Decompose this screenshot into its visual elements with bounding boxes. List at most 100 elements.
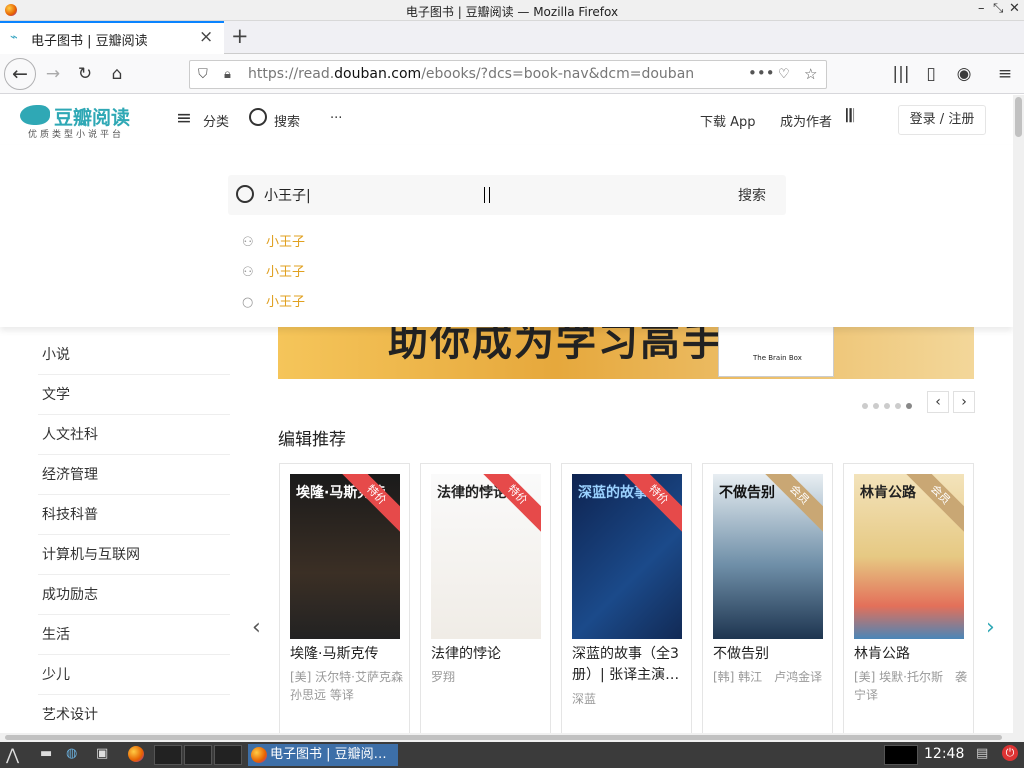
search-icon: ○ bbox=[242, 295, 254, 310]
horizontal-scrollbar[interactable] bbox=[0, 733, 1024, 742]
restore-icon[interactable]: ⤡ bbox=[993, 1, 1003, 16]
book-title[interactable]: 深蓝的故事（全3册）| 张译主演… bbox=[572, 644, 690, 686]
book-card[interactable]: 不做告别 会员 不做告别 [韩] 韩江 卢鸿金译 bbox=[702, 463, 833, 733]
more-link[interactable]: ··· bbox=[330, 111, 342, 126]
url-bar[interactable]: ⛉ 🔒︎ https://read.douban.com/ebooks/?dcs… bbox=[189, 60, 827, 89]
book-cover[interactable]: 法律的悖论 特价 bbox=[431, 474, 541, 639]
banner-text: 助你成为学习高手 bbox=[388, 327, 724, 365]
search-suggestion-item[interactable]: ⚇ 小王子 bbox=[242, 231, 305, 250]
lock-icon[interactable]: 🔒︎ bbox=[224, 67, 231, 82]
bookmark-star-icon[interactable]: ☆ bbox=[804, 65, 817, 83]
book-card[interactable]: 深蓝的故事 特价深蓝的故事（全3册）| 张译主演… 深蓝 bbox=[561, 463, 692, 733]
sidebar-category-item[interactable]: 少儿 bbox=[38, 655, 230, 695]
windows-icon[interactable]: ▣ bbox=[96, 746, 108, 761]
books-prev-arrow[interactable]: ‹ bbox=[252, 615, 261, 640]
workspace-2[interactable] bbox=[184, 745, 212, 765]
forward-button[interactable]: → bbox=[40, 61, 66, 87]
browser-tab[interactable]: ⌁ 电子图书 | 豆瓣阅读 × bbox=[0, 21, 224, 54]
become-author-link[interactable]: 成为作者 bbox=[780, 111, 832, 130]
window-titlebar: 电子图书 | 豆瓣阅读 — Mozilla Firefox – ⤡ ✕ bbox=[0, 0, 1024, 21]
search-icon[interactable] bbox=[249, 108, 267, 126]
book-cover[interactable]: 不做告别 会员 bbox=[713, 474, 823, 639]
carousel-prev-button[interactable]: ‹ bbox=[927, 391, 949, 413]
download-app-link[interactable]: 下载 App bbox=[700, 111, 756, 130]
page-actions-icon[interactable]: ••• bbox=[748, 64, 775, 82]
book-author[interactable]: [美] 沃尔特·艾萨克森 孙思远 等译 bbox=[290, 668, 408, 704]
hamburger-icon[interactable]: ≡ bbox=[176, 107, 192, 129]
url-text[interactable]: https://read.douban.com/ebooks/?dcs=book… bbox=[248, 66, 694, 82]
menu-icon[interactable]: ≡ bbox=[992, 61, 1018, 87]
logo-name: 豆瓣阅读 bbox=[54, 107, 131, 129]
book-title[interactable]: 不做告别 bbox=[713, 644, 831, 665]
back-button[interactable]: ← bbox=[4, 58, 36, 90]
suggestion-text: 小王子 bbox=[266, 265, 306, 280]
window-title: 电子图书 | 豆瓣阅读 — Mozilla Firefox bbox=[405, 5, 619, 19]
suggestion-text: 小王子 bbox=[266, 295, 306, 310]
login-register-button[interactable]: 登录 / 注册 bbox=[898, 105, 986, 135]
close-tab-icon[interactable]: × bbox=[199, 27, 213, 47]
tab-title: 电子图书 | 豆瓣阅读 bbox=[31, 34, 148, 49]
book-card[interactable]: 林肯公路 会员林肯公路 [美] 埃默·托尔斯 袭宁译 bbox=[843, 463, 974, 733]
search-button[interactable]: 搜索 bbox=[738, 185, 766, 205]
sidebar-category-item[interactable]: 计算机与互联网 bbox=[38, 535, 230, 575]
book-author[interactable]: [美] 埃默·托尔斯 袭宁译 bbox=[854, 668, 972, 704]
reload-button[interactable]: ↻ bbox=[72, 61, 98, 87]
section-title: 编辑推荐 bbox=[278, 430, 346, 450]
sidebar-icon[interactable]: ▯ bbox=[918, 61, 944, 87]
category-sidebar: 小说 文学 人文社科 经济管理 科技科普 计算机与互联网 成功励志 生活 少儿 艺术设计 bbox=[38, 335, 230, 733]
book-author[interactable]: 深蓝 bbox=[572, 690, 690, 708]
search-box[interactable]: 小王子| 搜索 bbox=[228, 175, 786, 215]
os-taskbar: ⋀ ▬ ◍ ▣ 电子图书 | 豆瓣阅… 12:48 ▤ ⏻ bbox=[0, 742, 1024, 768]
home-button[interactable]: ⌂ bbox=[104, 61, 130, 87]
pocket-icon[interactable]: ♡ bbox=[778, 67, 790, 82]
shield-icon[interactable]: ⛉ bbox=[198, 67, 208, 82]
sidebar-category-item[interactable]: 小说 bbox=[38, 335, 230, 375]
vertical-scrollbar[interactable] bbox=[1013, 95, 1024, 733]
browser-launcher-icon[interactable]: ◍ bbox=[66, 746, 77, 761]
network-icon[interactable]: ▤ bbox=[976, 746, 988, 761]
books-next-arrow[interactable]: › bbox=[986, 615, 995, 640]
sidebar-category-item[interactable]: 生活 bbox=[38, 615, 230, 655]
book-cover[interactable]: 深蓝的故事 特价 bbox=[572, 474, 682, 639]
search-input[interactable]: 小王子| bbox=[264, 185, 311, 205]
cover-title: 不做告别 bbox=[719, 485, 775, 501]
sidebar-category-item[interactable]: 科技科普 bbox=[38, 495, 230, 535]
power-icon[interactable]: ⏻ bbox=[1002, 745, 1018, 761]
sidebar-category-item[interactable]: 文学 bbox=[38, 375, 230, 415]
search-suggestion-item[interactable]: ⚇ 小王子 bbox=[242, 261, 305, 280]
carousel-dots[interactable] bbox=[862, 398, 917, 413]
book-card[interactable]: 埃隆·马斯克传 特价埃隆·马斯克传 [美] 沃尔特·艾萨克森 孙思远 等译 bbox=[279, 463, 410, 733]
account-icon[interactable]: ◉ bbox=[951, 61, 977, 87]
banner-book-title: The Brain Box bbox=[753, 354, 802, 362]
book-title[interactable]: 林肯公路 bbox=[854, 644, 972, 665]
book-cover[interactable]: 林肯公路 会员 bbox=[854, 474, 964, 639]
minimize-icon[interactable]: – bbox=[978, 1, 985, 16]
sidebar-category-item[interactable]: 人文社科 bbox=[38, 415, 230, 455]
library-icon[interactable]: ||| bbox=[888, 61, 914, 87]
close-window-icon[interactable]: ✕ bbox=[1009, 1, 1020, 16]
sidebar-category-item[interactable]: 成功励志 bbox=[38, 575, 230, 615]
book-card[interactable]: 法律的悖论 特价法律的悖论罗翔 bbox=[420, 463, 551, 733]
categories-link[interactable]: 分类 bbox=[203, 111, 229, 130]
taskbar-firefox-task[interactable]: 电子图书 | 豆瓣阅… bbox=[248, 744, 398, 766]
workspace-3[interactable] bbox=[214, 745, 242, 765]
search-link[interactable]: 搜索 bbox=[274, 111, 300, 130]
firefox-launcher-icon[interactable] bbox=[128, 746, 144, 762]
book-author[interactable]: [韩] 韩江 卢鸿金译 bbox=[713, 668, 831, 686]
promo-banner[interactable]: 助你成为学习高手 The Brain Box bbox=[278, 327, 974, 379]
files-icon[interactable]: ▬ bbox=[40, 746, 52, 761]
search-suggestion-item[interactable]: ○ 小王子 bbox=[242, 291, 305, 310]
workspace-1[interactable] bbox=[154, 745, 182, 765]
book-cover[interactable]: 埃隆·马斯克传 特价 bbox=[290, 474, 400, 639]
book-title[interactable]: 法律的悖论 bbox=[431, 644, 549, 665]
book-author[interactable]: 罗翔 bbox=[431, 668, 549, 686]
user-icon: ⚇ bbox=[242, 265, 254, 280]
douban-read-favicon: ⌁ bbox=[10, 30, 18, 45]
sidebar-category-item[interactable]: 经济管理 bbox=[38, 455, 230, 495]
start-menu-icon[interactable]: ⋀ bbox=[6, 745, 19, 764]
new-tab-icon[interactable]: + bbox=[231, 24, 249, 48]
bookshelf-icon[interactable]: 𝄃𝄃 bbox=[846, 106, 854, 127]
book-title[interactable]: 埃隆·马斯克传 bbox=[290, 644, 408, 665]
sidebar-category-item[interactable]: 艺术设计 bbox=[38, 695, 230, 733]
carousel-next-button[interactable]: › bbox=[953, 391, 975, 413]
